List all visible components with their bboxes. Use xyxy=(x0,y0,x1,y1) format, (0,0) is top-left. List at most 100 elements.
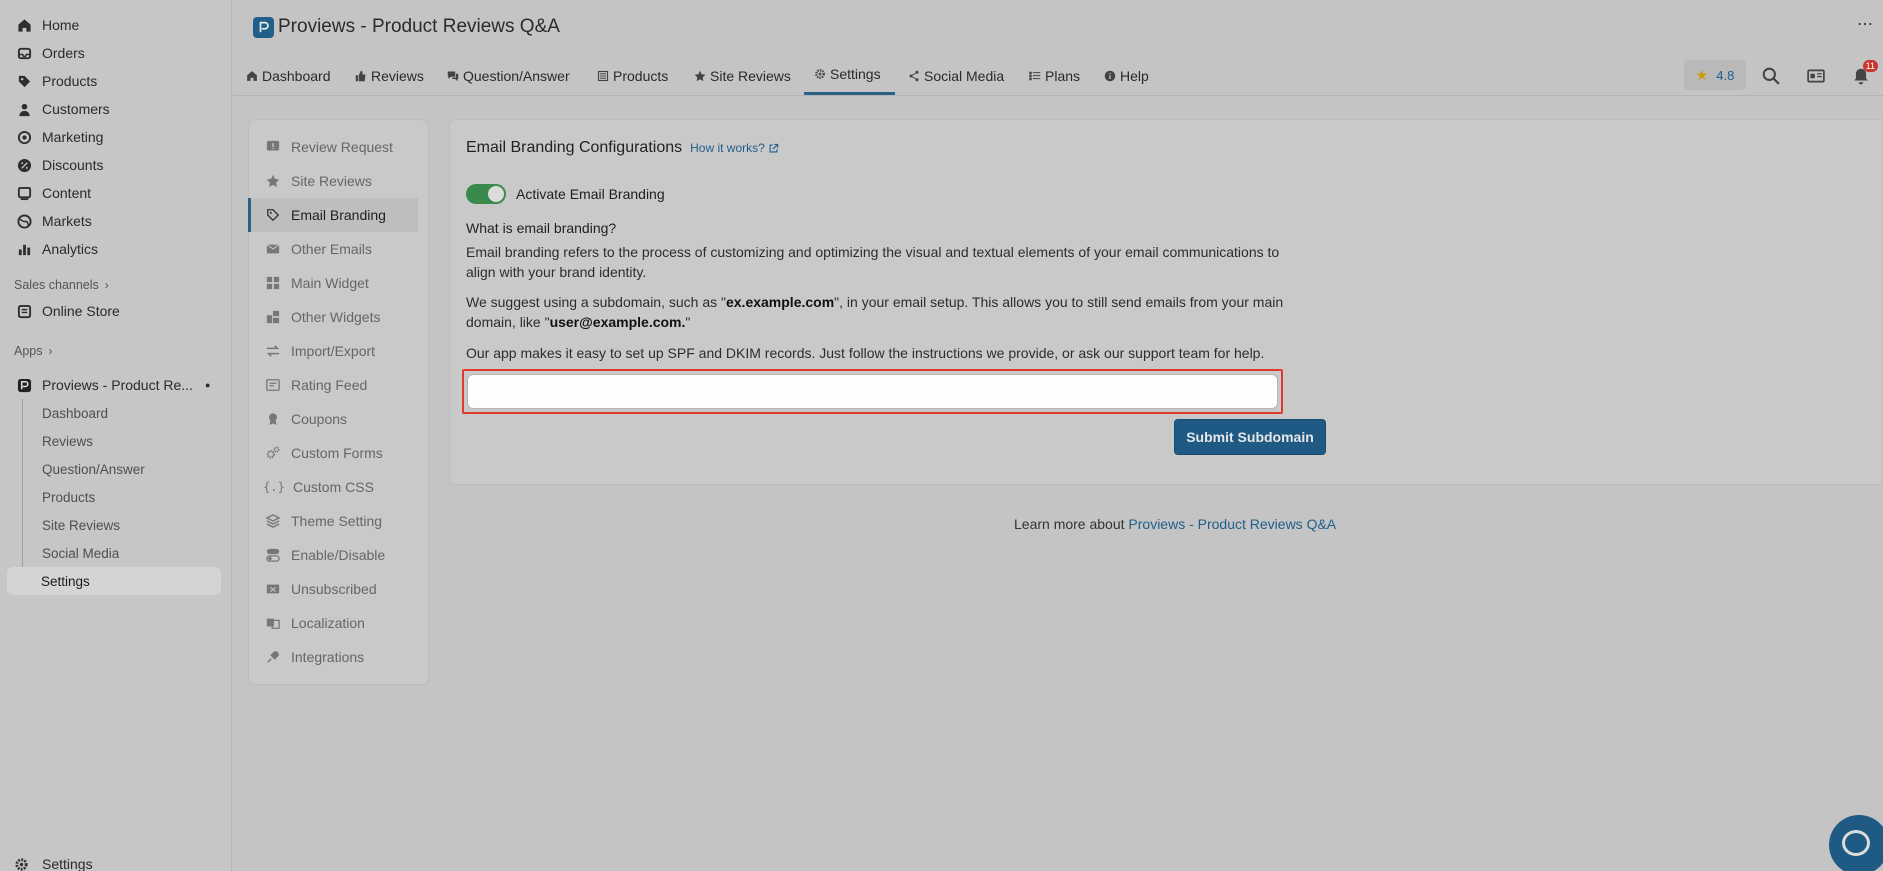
nav-products[interactable]: Products xyxy=(0,67,231,95)
tab-dashboard[interactable]: Dashboard xyxy=(246,56,331,96)
proviews-logo-icon xyxy=(253,16,274,38)
exchange-icon xyxy=(265,343,281,359)
tab-question-answer[interactable]: Question/Answer xyxy=(447,56,570,96)
notification-count: 11 xyxy=(1862,60,1878,72)
app-sub-social-media[interactable]: Social Media xyxy=(23,539,231,567)
store-icon xyxy=(14,301,34,321)
chat-launcher-button[interactable] xyxy=(1829,815,1883,871)
search-icon[interactable] xyxy=(1760,65,1782,87)
nav-app-proviews[interactable]: Proviews - Product Re... ● xyxy=(0,371,231,399)
nav-content[interactable]: Content xyxy=(0,179,231,207)
inbox-icon xyxy=(14,43,34,63)
settings-menu-import-export[interactable]: Import/Export xyxy=(249,334,428,368)
nav-markets[interactable]: Markets xyxy=(0,207,231,235)
settings-menu-label: Unsubscribed xyxy=(291,581,377,597)
rating-badge[interactable]: ★ 4.8 xyxy=(1684,60,1746,90)
settings-menu-custom-forms[interactable]: Custom Forms xyxy=(249,436,428,470)
settings-menu-rating-feed[interactable]: Rating Feed xyxy=(249,368,428,402)
star-icon xyxy=(694,70,706,82)
settings-menu-label: Integrations xyxy=(291,649,365,665)
list-icon xyxy=(597,70,609,82)
settings-menu-label: Theme Setting xyxy=(291,513,383,529)
tab-help-label: Help xyxy=(1120,68,1149,84)
nav-marketing-label: Marketing xyxy=(42,129,104,145)
tab-products[interactable]: Products xyxy=(597,56,668,96)
more-menu-icon[interactable]: ⋯ xyxy=(1857,14,1873,34)
settings-menu-other-emails[interactable]: Other Emails xyxy=(249,232,428,266)
settings-menu-label: Other Widgets xyxy=(291,309,381,325)
nav-orders[interactable]: Orders xyxy=(0,39,231,67)
tab-question-answer-label: Question/Answer xyxy=(463,68,570,84)
nav-online-store[interactable]: Online Store xyxy=(0,297,231,325)
nav-customers[interactable]: Customers xyxy=(0,95,231,123)
subdomain-input[interactable] xyxy=(467,374,1278,409)
submit-subdomain-button[interactable]: Submit Subdomain xyxy=(1174,419,1326,455)
tag-icon xyxy=(14,71,34,91)
settings-menu-coupons[interactable]: Coupons xyxy=(249,402,428,436)
list-bullets-icon xyxy=(1029,71,1041,81)
toggle-icon xyxy=(265,547,281,563)
share-icon xyxy=(909,70,919,82)
tab-social-media[interactable]: Social Media xyxy=(908,56,1004,96)
settings-menu-main-widget[interactable]: Main Widget xyxy=(249,266,428,300)
learn-more-prefix: Learn more about xyxy=(1014,516,1129,532)
subdomain-suggestion-text-a: We suggest using a subdomain, such as " xyxy=(466,294,726,310)
tab-site-reviews-label: Site Reviews xyxy=(710,68,791,84)
settings-menu-label: Main Widget xyxy=(291,275,369,291)
email-example: user@example.com. xyxy=(549,314,686,330)
tab-reviews[interactable]: Reviews xyxy=(355,56,424,96)
tab-help[interactable]: Help xyxy=(1104,56,1149,96)
app-tabs: Dashboard Reviews Question/Answer Produc… xyxy=(233,56,1883,96)
how-it-works-link[interactable]: How it works? xyxy=(690,141,779,155)
nav-online-store-label: Online Store xyxy=(42,303,120,319)
nav-markets-label: Markets xyxy=(42,213,92,229)
envelope-icon xyxy=(265,241,281,257)
subdomain-example: ex.example.com xyxy=(725,294,835,310)
app-sub-question-answer[interactable]: Question/Answer xyxy=(23,455,231,483)
nav-discounts-label: Discounts xyxy=(42,157,104,173)
nav-analytics[interactable]: Analytics xyxy=(0,235,231,263)
bell-icon[interactable]: 11 xyxy=(1850,60,1878,87)
settings-menu-localization[interactable]: Localization xyxy=(249,606,428,640)
settings-menu-label: Email Branding xyxy=(291,207,386,223)
settings-menu-custom-css[interactable]: {.} Custom CSS xyxy=(249,470,428,504)
globe-icon xyxy=(14,211,34,231)
learn-more-link[interactable]: Proviews - Product Reviews Q&A xyxy=(1128,516,1336,532)
settings-menu-email-branding[interactable]: Email Branding xyxy=(248,198,418,232)
gear-icon xyxy=(14,857,34,871)
nav-discounts[interactable]: Discounts xyxy=(0,151,231,179)
content-icon xyxy=(14,183,34,203)
settings-menu-site-reviews[interactable]: Site Reviews xyxy=(249,164,428,198)
activate-email-branding-toggle[interactable] xyxy=(466,184,506,204)
apps-label: Apps xyxy=(14,344,43,358)
app-frame: Proviews - Product Reviews Q&A ⋯ Dashboa… xyxy=(233,0,1883,871)
settings-menu-review-request[interactable]: Review Request xyxy=(249,130,428,164)
settings-menu-integrations[interactable]: Integrations xyxy=(249,640,428,674)
plug-icon xyxy=(265,649,281,665)
app-sub-site-reviews[interactable]: Site Reviews xyxy=(23,511,231,539)
nav-bottom-settings[interactable]: Settings xyxy=(14,856,93,871)
nav-home[interactable]: Home xyxy=(0,11,231,39)
tab-settings[interactable]: Settings xyxy=(804,56,895,95)
settings-menu-unsubscribed[interactable]: Unsubscribed xyxy=(249,572,428,606)
email-branding-description: Email branding refers to the process of … xyxy=(466,244,1280,280)
tab-plans[interactable]: Plans xyxy=(1029,56,1080,96)
app-sub-settings[interactable]: Settings xyxy=(7,567,221,595)
app-sub-dashboard[interactable]: Dashboard xyxy=(23,399,231,427)
app-sub-products[interactable]: Products xyxy=(23,483,231,511)
grid-icon xyxy=(265,275,281,291)
id-card-icon[interactable] xyxy=(1805,65,1827,87)
comments-icon xyxy=(447,71,459,82)
settings-menu-other-widgets[interactable]: Other Widgets xyxy=(249,300,428,334)
settings-menu-enable-disable[interactable]: Enable/Disable xyxy=(249,538,428,572)
sales-channels-header[interactable]: Sales channels › xyxy=(0,273,231,297)
layers-icon xyxy=(265,513,281,529)
tab-plans-label: Plans xyxy=(1045,68,1081,84)
nav-products-label: Products xyxy=(42,73,98,89)
settings-menu-theme-setting[interactable]: Theme Setting xyxy=(249,504,428,538)
activate-email-branding-row: Activate Email Branding xyxy=(466,184,665,204)
nav-marketing[interactable]: Marketing xyxy=(0,123,231,151)
tab-site-reviews[interactable]: Site Reviews xyxy=(694,56,791,96)
app-sub-reviews[interactable]: Reviews xyxy=(23,427,231,455)
apps-header[interactable]: Apps › xyxy=(0,339,231,363)
